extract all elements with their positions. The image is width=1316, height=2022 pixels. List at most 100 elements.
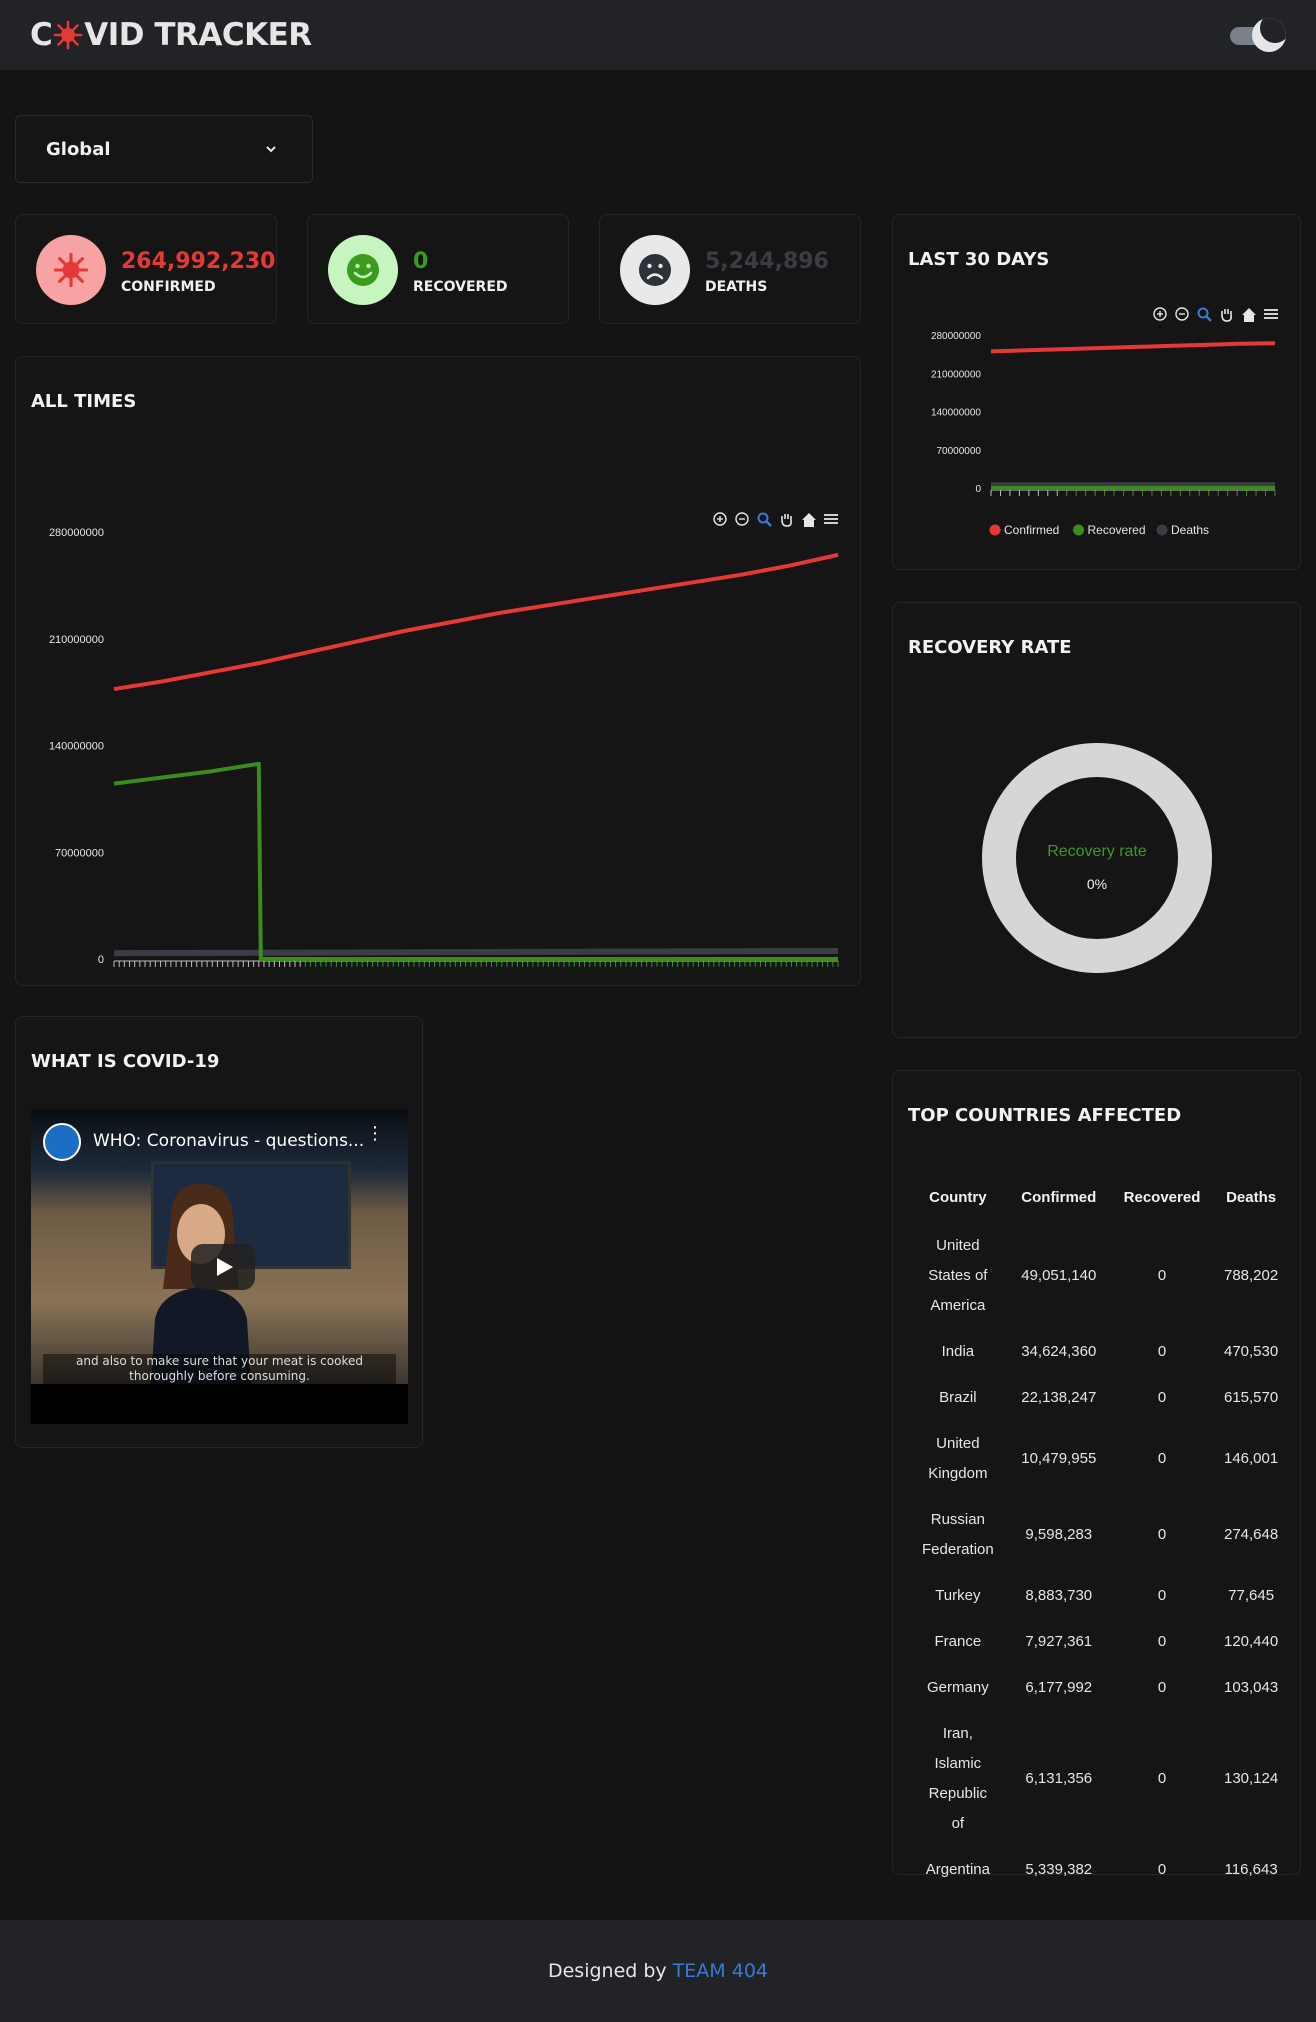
deaths-cell: 103,043 (1223, 1679, 1279, 1696)
zoom-icon[interactable] (1197, 307, 1212, 322)
menu-icon[interactable] (1264, 309, 1278, 319)
pan-icon[interactable] (781, 514, 792, 527)
confirmed-cell: 6,131,356 (1025, 1770, 1093, 1787)
confirmed-cell: 9,598,283 (1025, 1526, 1093, 1543)
top-countries-title: TOP COUNTRIES AFFECTED (908, 1105, 1182, 1126)
deaths-cell: 77,645 (1228, 1587, 1275, 1604)
recovered-cell: 0 (1157, 1450, 1167, 1467)
deaths-cell: 130,124 (1223, 1770, 1279, 1787)
recovery-rate-card: RECOVERY RATE Recovery rate 0% (892, 602, 1301, 1038)
more-options-icon[interactable]: ⋮ (366, 1125, 384, 1143)
recovered-cell: 0 (1157, 1770, 1167, 1787)
pan-icon-hand (1221, 309, 1232, 322)
app-header: C VID TRACKER (0, 0, 1316, 70)
region-select[interactable]: Global (15, 115, 313, 183)
country-cell: Russian Federation (922, 1511, 994, 1558)
country-cell: Brazil (939, 1389, 977, 1406)
country-cell: United States of America (928, 1237, 988, 1314)
table-header-row: Country Confirmed Recovered Deaths (908, 1171, 1288, 1223)
table-row: Iran, Islamic Republic of 6,131,356 0 130,1… (908, 1711, 1288, 1847)
confirmed-legend-label: Confirmed (1004, 523, 1059, 537)
deaths-label: DEATHS (705, 279, 768, 295)
y-tick-label: 0 (975, 484, 981, 495)
confirmed-cell: 6,177,992 (1025, 1679, 1093, 1696)
zoom-in-icon[interactable] (713, 512, 727, 526)
home-icon[interactable] (802, 513, 816, 527)
logo-prefix: C (30, 17, 53, 53)
deaths-cell: 146,001 (1223, 1450, 1279, 1467)
recovered-legend-label: Recovered (1088, 523, 1146, 537)
smile-icon (347, 254, 379, 286)
theme-toggle[interactable] (1230, 18, 1286, 52)
table-row: United Kingdom 10,479,955 0 146,001 (908, 1421, 1288, 1497)
menu-icon[interactable] (824, 514, 838, 524)
confirmed-legend-marker (989, 524, 1001, 536)
recovery-rate-label: Recovery rate (1047, 843, 1147, 860)
confirmed-icon-circle (36, 235, 106, 305)
top-countries-card: TOP COUNTRIES AFFECTED Country Confirmed… (892, 1070, 1301, 1878)
video-player[interactable]: WHO: Coronavirus - questions... ⋮ and al… (31, 1109, 408, 1424)
country-cell: Germany (927, 1679, 989, 1696)
recovered-cell: 0 (1157, 1587, 1167, 1604)
zoom-in-icon[interactable] (1153, 307, 1167, 321)
caption-line-2: thoroughly before consuming. (129, 1369, 310, 1383)
confirmed-label: CONFIRMED (121, 279, 216, 295)
recovered-icon-circle (328, 235, 398, 305)
home-icon-shape (802, 513, 816, 527)
recovered-cell: 0 (1157, 1389, 1167, 1406)
deaths-legend-label: Deaths (1171, 523, 1209, 537)
country-cell: Iran, Islamic Republic of (928, 1725, 988, 1832)
play-icon (217, 1258, 233, 1276)
home-icon-shape (1242, 308, 1256, 322)
country-cell: United Kingdom (928, 1435, 988, 1482)
deaths-legend-marker (1156, 524, 1168, 536)
recovery-rate-value: 0% (1086, 876, 1108, 892)
last-30-days-chart[interactable]: 280000000 210000000 140000000 70000000 0 Conf… (893, 275, 1302, 565)
deaths-value: 5,244,896 (705, 249, 829, 274)
confirmed-series-line (990, 341, 1276, 354)
recovered-cell: 0 (1157, 1343, 1167, 1360)
y-tick-label: 70000000 (55, 847, 104, 859)
confirmed-cell: 5,339,382 (1025, 1861, 1093, 1878)
video-title[interactable]: WHO: Coronavirus - questions... (93, 1131, 364, 1151)
pan-icon-hand (781, 514, 792, 527)
zoom-out-icon[interactable] (1175, 307, 1189, 321)
confirmed-cell: 22,138,247 (1021, 1389, 1097, 1406)
table-row: Brazil 22,138,247 0 615,570 (908, 1375, 1288, 1421)
deaths-cell: 116,643 (1224, 1861, 1278, 1878)
recovered-label: RECOVERED (413, 279, 508, 295)
recovered-card: 0 RECOVERED (307, 214, 569, 324)
pan-icon[interactable] (1221, 309, 1232, 322)
zoom-icon-handle (1205, 315, 1212, 322)
column-header: Confirmed (1021, 1188, 1097, 1206)
app-logo[interactable]: C VID TRACKER (30, 17, 312, 53)
confirmed-value: 264,992,230 (121, 249, 276, 274)
zoom-icon-handle (765, 520, 772, 527)
table-row: France 7,927,361 0 120,440 (908, 1619, 1288, 1665)
deaths-cell: 788,202 (1223, 1267, 1279, 1284)
zoom-out-icon[interactable] (735, 512, 749, 526)
confirmed-cell: 8,883,730 (1025, 1587, 1093, 1604)
recovered-cell: 0 (1157, 1267, 1167, 1284)
footer-prefix: Designed by (547, 1960, 667, 1982)
column-header: Deaths (1226, 1188, 1277, 1206)
table-row: Argentina 5,339,382 0 116,643 (908, 1847, 1288, 1893)
zoom-icon[interactable] (757, 512, 772, 527)
caption-line-1: and also to make sure that your meat is … (76, 1354, 363, 1368)
all-times-chart[interactable]: 280000000210000000140000000700000000Conf… (16, 417, 862, 977)
country-cell: India (941, 1343, 975, 1360)
table-row: Germany 6,177,992 0 103,043 (908, 1665, 1288, 1711)
logo-suffix: VID TRACKER (84, 17, 312, 53)
team-link[interactable]: TEAM 404 (673, 1960, 768, 1982)
play-button[interactable] (191, 1244, 255, 1290)
last-30-days-title: LAST 30 DAYS (908, 249, 1050, 270)
y-tick-label: 210000000 (49, 634, 104, 646)
last-30-days-card: LAST 30 DAYS 280000000 210000000 140000000… (892, 214, 1301, 570)
what-is-covid-card: WHAT IS COVID-19 WHO: Coronavirus - ques… (15, 1016, 423, 1448)
deaths-cell: 470,530 (1223, 1343, 1279, 1360)
home-icon[interactable] (1242, 308, 1256, 322)
column-header: Recovered (1123, 1188, 1201, 1206)
table-row: Turkey 8,883,730 0 77,645 (908, 1573, 1288, 1619)
chevron-down-icon (266, 146, 276, 153)
deaths-cell: 120,440 (1223, 1633, 1279, 1650)
